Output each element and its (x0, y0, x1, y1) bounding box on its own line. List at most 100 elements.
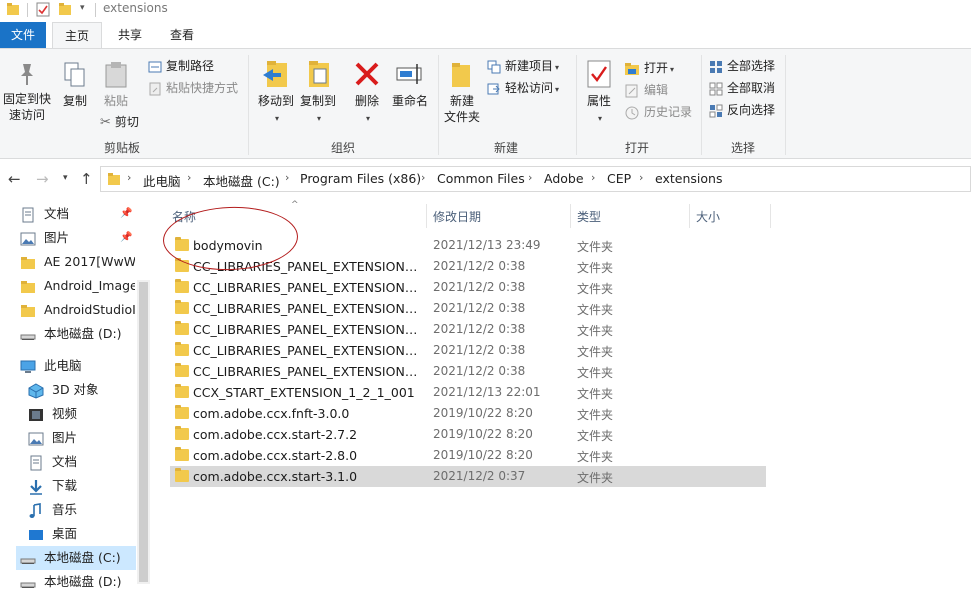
table-row[interactable]: CC_LIBRARIES_PANEL_EXTENSION_2_... 2021/… (170, 340, 766, 361)
table-row[interactable]: CC_LIBRARIES_PANEL_EXTENSION_2_... 2021/… (170, 298, 766, 319)
nav-item-folder[interactable]: AE 2017[WwW. (20, 250, 135, 274)
breadcrumb-drive-c[interactable]: 本地磁盘 (C:) (203, 171, 280, 190)
history-button[interactable]: 历史记录 (624, 102, 692, 122)
edit-button[interactable]: 编辑 (624, 80, 668, 100)
table-row[interactable]: CCX_START_EXTENSION_1_2_1_001 2021/12/13… (170, 382, 766, 403)
table-row[interactable]: com.adobe.ccx.fnft-3.0.0 2019/10/22 8:20… (170, 403, 766, 424)
recent-locations-chevron-icon[interactable]: ▾ (63, 173, 68, 183)
tab-view[interactable]: 查看 (160, 22, 204, 49)
delete-button[interactable]: 删除 ▾ (350, 59, 384, 127)
breadcrumb-program-files-x86[interactable]: Program Files (x86) (300, 171, 421, 186)
nav-item-downloads[interactable]: 下载 (28, 474, 136, 498)
breadcrumb-common-files[interactable]: Common Files (437, 171, 525, 186)
easy-access-button[interactable]: 轻松访问 ▾ (487, 78, 559, 98)
back-arrow-icon[interactable]: ← (8, 170, 21, 188)
file-name: CC_LIBRARIES_PANEL_EXTENSION_2_... (193, 301, 421, 316)
properties-button[interactable]: 属性 ▾ (584, 59, 614, 127)
organize-group-label: 组织 (330, 141, 355, 155)
nav-item-drive-d[interactable]: 本地磁盘 (D:) (20, 570, 135, 594)
table-row[interactable]: CC_LIBRARIES_PANEL_EXTENSION_3_... 2021/… (170, 361, 766, 382)
nav-item-pictures[interactable]: 图片 (20, 226, 135, 250)
pinned-icon[interactable]: 📌 (120, 232, 132, 243)
select-none-icon (709, 82, 723, 95)
nav-item-label: 本地磁盘 (C:) (44, 550, 121, 565)
new-folder-quick-icon[interactable] (58, 2, 72, 19)
customize-quick-access-icon[interactable]: ▾ (80, 3, 85, 13)
breadcrumb-cep[interactable]: CEP (607, 171, 631, 186)
breadcrumb-chevron-icon[interactable]: › (127, 171, 131, 184)
drive-icon (20, 558, 36, 564)
breadcrumb-chevron-icon[interactable]: › (187, 171, 191, 184)
folder-icon (107, 172, 121, 189)
invert-selection-label: 反向选择 (727, 103, 776, 117)
column-header-type[interactable]: 类型 (577, 208, 601, 225)
file-type: 文件夹 (577, 450, 614, 464)
tab-file[interactable]: 文件 (0, 22, 46, 49)
column-header-size[interactable]: 大小 (696, 208, 720, 225)
tab-home[interactable]: 主页 (52, 22, 102, 49)
new-folder-button[interactable]: 新建 文件夹 (441, 59, 483, 125)
column-header-date-modified[interactable]: 修改日期 (433, 208, 481, 225)
address-bar[interactable]: › 此电脑 › 本地磁盘 (C:) › Program Files (x86) … (100, 166, 971, 192)
breadcrumb-chevron-icon[interactable]: › (421, 171, 425, 184)
file-type: 文件夹 (577, 303, 614, 317)
table-row[interactable]: CC_LIBRARIES_PANEL_EXTENSION_2_... 2021/… (170, 319, 766, 340)
file-name: CC_LIBRARIES_PANEL_EXTENSION_2_... (193, 343, 421, 358)
properties-quick-icon[interactable] (36, 2, 50, 20)
breadcrumb-adobe[interactable]: Adobe (544, 171, 584, 186)
table-row[interactable]: com.adobe.ccx.start-2.8.0 2019/10/22 8:2… (170, 445, 766, 466)
rename-button[interactable]: 重命名 (388, 59, 432, 109)
download-icon (30, 479, 42, 495)
copy-button[interactable]: 复制 (58, 61, 92, 109)
forward-arrow-icon[interactable]: → (36, 170, 49, 188)
desktop-icon (29, 529, 43, 540)
new-item-button[interactable]: 新建项目 ▾ (487, 56, 559, 76)
breadcrumb-this-pc[interactable]: 此电脑 (143, 171, 181, 190)
nav-item-drive-c[interactable]: 本地磁盘 (C:) (16, 546, 136, 570)
navigation-scrollbar-thumb[interactable] (139, 282, 148, 582)
easy-access-label: 轻松访问 (505, 81, 554, 95)
nav-item-drive-d[interactable]: 本地磁盘 (D:) (20, 322, 135, 346)
breadcrumb-chevron-icon[interactable]: › (528, 171, 532, 184)
column-separator[interactable] (770, 204, 771, 228)
paste-button[interactable]: 粘贴 (99, 61, 133, 109)
nav-item-this-pc[interactable]: 此电脑 (20, 354, 135, 378)
nav-item-videos[interactable]: 视频 (28, 402, 136, 426)
nav-item-folder[interactable]: AndroidStudioI (20, 298, 135, 322)
breadcrumb-extensions[interactable]: extensions (655, 171, 722, 186)
breadcrumb-chevron-icon[interactable]: › (285, 171, 289, 184)
up-arrow-icon[interactable]: ↑ (80, 170, 93, 188)
nav-item-music[interactable]: 音乐 (28, 498, 136, 522)
open-button[interactable]: 打开 ▾ (624, 58, 674, 78)
nav-item-3d-objects[interactable]: 3D 对象 (28, 378, 136, 402)
column-separator[interactable] (689, 204, 690, 228)
breadcrumb-chevron-icon[interactable]: › (591, 171, 595, 184)
breadcrumb-chevron-icon[interactable]: › (639, 171, 643, 184)
column-separator[interactable] (570, 204, 571, 228)
nav-item-folder[interactable]: Android_Image (20, 274, 135, 298)
move-to-label: 移动到 (257, 94, 294, 108)
nav-item-desktop[interactable]: 桌面 (28, 522, 136, 546)
open-folder-icon (625, 62, 639, 75)
pin-to-quick-access-button[interactable]: 固定到快 速访问 (2, 61, 52, 123)
table-row[interactable]: com.adobe.ccx.start-2.7.2 2019/10/22 8:2… (170, 424, 766, 445)
nav-item-documents[interactable]: 文档 (28, 450, 136, 474)
invert-selection-button[interactable]: 反向选择 (709, 100, 775, 120)
move-to-button[interactable]: 移动到 ▾ (256, 59, 296, 127)
column-separator[interactable] (426, 204, 427, 228)
table-row[interactable]: CC_LIBRARIES_PANEL_EXTENSION_2_... 2021/… (170, 277, 766, 298)
select-all-button[interactable]: 全部选择 (709, 56, 775, 76)
cut-button[interactable]: ✂ 剪切 (100, 112, 139, 132)
copy-path-button[interactable]: 复制路径 (148, 56, 214, 76)
pinned-icon[interactable]: 📌 (120, 208, 132, 219)
file-name: CCX_START_EXTENSION_1_2_1_001 (193, 385, 415, 400)
paste-shortcut-button[interactable]: 粘贴快捷方式 (148, 78, 238, 98)
copy-to-icon (309, 61, 329, 87)
nav-item-pictures[interactable]: 图片 (28, 426, 136, 450)
tab-share[interactable]: 共享 (108, 22, 152, 49)
select-none-button[interactable]: 全部取消 (709, 78, 775, 98)
table-row-selected[interactable]: com.adobe.ccx.start-3.1.0 2021/12/2 0:37… (170, 466, 766, 487)
nav-item-documents[interactable]: 文档 (20, 202, 135, 226)
file-type: 文件夹 (577, 345, 614, 359)
copy-to-button[interactable]: 复制到 ▾ (298, 59, 338, 127)
